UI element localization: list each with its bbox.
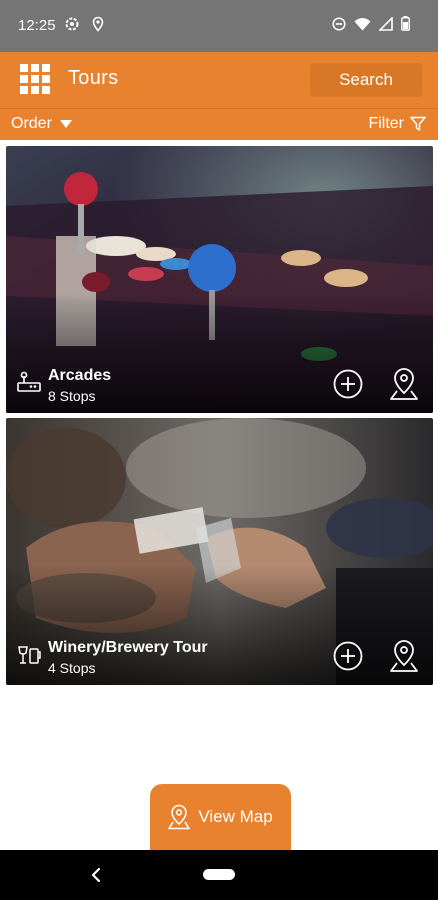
signal-icon [379,16,393,31]
filter-label: Filter [368,115,404,132]
apps-grid-icon[interactable] [20,64,52,96]
page-title: Tours [68,67,119,89]
filter-icon [410,116,426,131]
tour-stops: 4 Stops [48,660,96,676]
drinks-icon [18,646,41,664]
filter-button[interactable]: Filter [368,115,426,133]
order-dropdown[interactable]: Order [11,115,72,133]
system-nav-bar [0,850,438,900]
home-pill[interactable] [203,869,235,880]
order-label: Order [11,115,52,132]
map-pin-icon[interactable] [389,367,419,401]
location-icon [92,16,104,32]
sort-filter-bar: Order Filter [0,108,438,140]
add-circle-icon[interactable] [333,369,363,399]
settings-icon [65,17,79,31]
battery-icon [401,16,410,31]
tour-card-winery-brewery[interactable]: Winery/Brewery Tour 4 Stops [6,418,433,685]
wifi-icon [354,17,371,30]
view-map-button[interactable]: View Map [150,784,291,850]
arcade-icon [17,371,41,392]
app-bar: Tours Search [0,52,438,108]
tour-name: Arcades [48,367,112,384]
back-icon[interactable] [88,865,104,885]
search-button[interactable]: Search [310,63,422,97]
tour-card-arcades[interactable]: Arcades 8 Stops [6,146,433,413]
do-not-disturb-icon [332,16,346,31]
caret-down-icon [59,120,72,128]
tour-stops: 8 Stops [48,388,96,404]
map-pin-icon[interactable] [389,639,419,673]
add-circle-icon[interactable] [333,641,363,671]
status-bar: 12:25 [0,0,438,52]
map-pin-icon [168,804,191,830]
view-map-label: View Map [198,807,273,826]
status-time: 12:25 [18,17,56,34]
tour-name: Winery/Brewery Tour [48,639,208,656]
